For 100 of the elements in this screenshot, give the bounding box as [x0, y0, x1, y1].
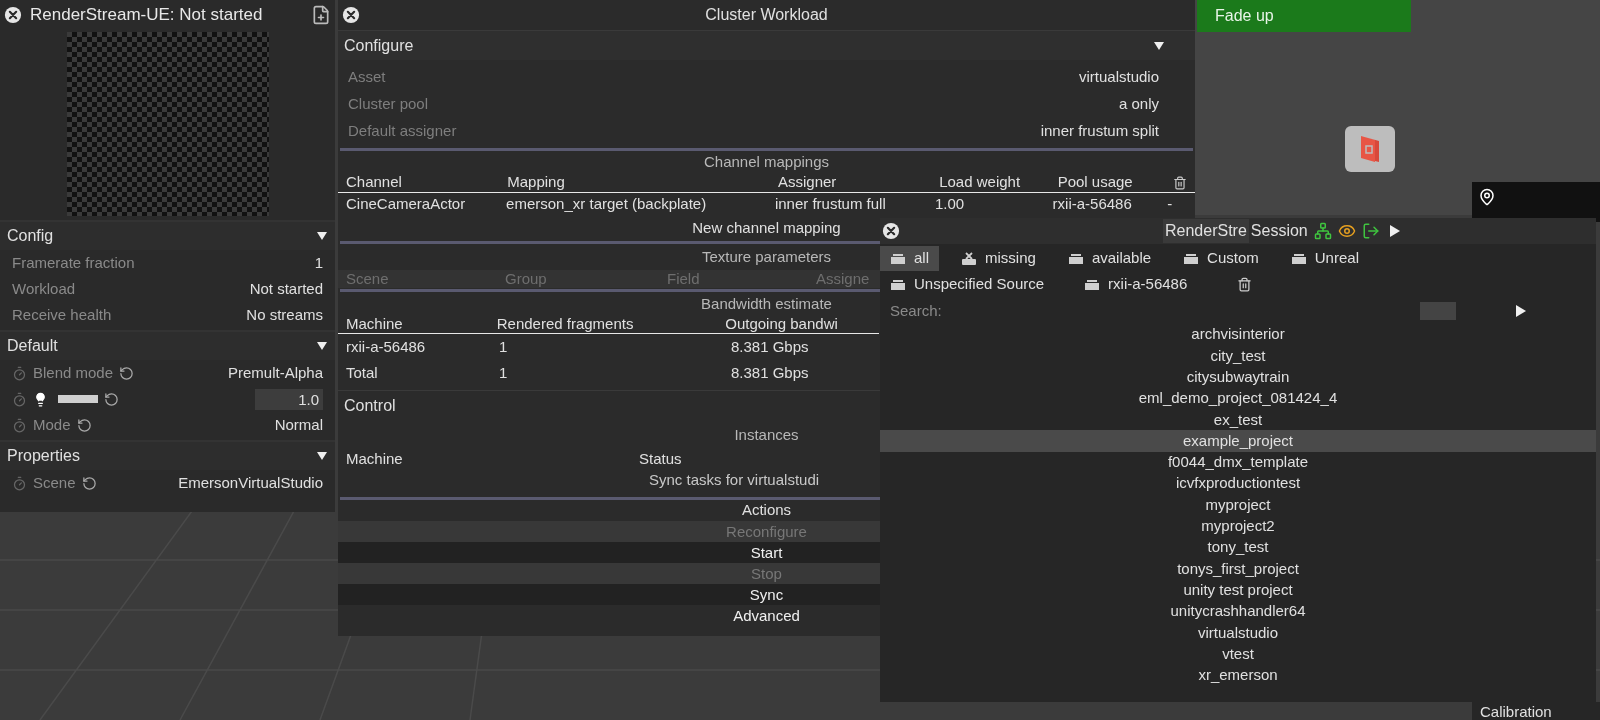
reset-icon[interactable] [104, 391, 119, 407]
table-cell-text: emerson_xr target (backplate) [506, 193, 708, 214]
stopwatch-icon[interactable] [12, 391, 27, 407]
project-item[interactable]: eml_demo_project_081424_4 [880, 387, 1596, 410]
filter-tab[interactable]: Custom [1173, 246, 1269, 271]
project-item[interactable]: myproject [880, 494, 1596, 516]
project-item[interactable]: archvisinterior [880, 324, 1596, 346]
field-label: Framerate fraction [12, 252, 135, 273]
missing-icon [961, 251, 977, 266]
caret-icon[interactable] [316, 230, 328, 242]
project-item[interactable]: vtest [880, 643, 1596, 665]
pin-icon[interactable] [1478, 188, 1496, 206]
project-item[interactable]: unity test project [880, 579, 1596, 601]
filter-tab[interactable]: missing [951, 246, 1046, 271]
project-item[interactable]: ex_test [880, 409, 1596, 431]
column-header: Pool usage [1057, 172, 1134, 193]
calibration-tab[interactable]: Calibration [1472, 702, 1600, 720]
column-header: Scene [346, 268, 390, 289]
stopwatch-icon[interactable] [12, 365, 27, 381]
close-icon[interactable] [882, 222, 900, 240]
stopwatch-icon[interactable] [12, 475, 27, 491]
field-label: Cluster pool [348, 94, 429, 115]
exit-icon[interactable] [1361, 222, 1380, 240]
project-item[interactable]: citysubwaytrain [880, 366, 1596, 388]
field-label: Default assigner [348, 121, 457, 142]
section-title: Bandwidth estimate [701, 293, 832, 314]
filter-tab[interactable]: Unspecified Source [880, 272, 1055, 297]
tray-icon [1067, 252, 1084, 265]
tray-icon [1290, 252, 1307, 265]
value-field[interactable]: 1.0 [255, 388, 323, 410]
reset-icon[interactable] [81, 475, 97, 491]
window-title: RenderStre [1163, 219, 1249, 243]
caret-icon[interactable] [316, 340, 328, 352]
trash-icon[interactable] [1173, 175, 1187, 190]
field-label: Blend mode [33, 362, 114, 383]
field-label: Mode [33, 414, 71, 435]
action-button[interactable]: Start [338, 542, 880, 563]
network-icon[interactable] [1313, 222, 1332, 240]
filter-tab[interactable]: Unreal [1280, 246, 1369, 271]
notes-icon[interactable] [311, 5, 331, 25]
close-icon[interactable] [4, 6, 22, 24]
column-header: Machine [346, 314, 404, 335]
sync-tasks-label: Sync tasks for virtualstudi [649, 469, 820, 490]
column-header: Assigner [777, 172, 838, 193]
window-title: Cluster Workload [705, 5, 828, 25]
project-item[interactable]: icvfxproductiontest [880, 473, 1596, 495]
project-item[interactable]: tonys_first_project [880, 558, 1596, 580]
play-icon[interactable] [1389, 225, 1400, 237]
field-value: EmersonVirtualStudio [178, 472, 323, 493]
slider[interactable] [58, 395, 98, 403]
play-icon[interactable] [1516, 305, 1526, 317]
project-item[interactable]: f0044_dmx_template [880, 451, 1596, 474]
table-cell-text: 1 [499, 336, 509, 357]
fade-up-button[interactable]: Fade up [1197, 0, 1411, 32]
project-item[interactable]: tony_test [880, 536, 1596, 559]
field-value: 1 [314, 252, 323, 273]
section-header[interactable]: Configure [338, 30, 1195, 60]
reset-icon[interactable] [76, 417, 92, 433]
new-mapping-button[interactable]: New channel mapping [692, 216, 841, 240]
table-cell-text: 8.381 Gbps [731, 362, 810, 383]
filter-tab[interactable]: all [880, 246, 939, 271]
section-title: Actions [741, 500, 792, 521]
field-label: Scene [33, 472, 76, 493]
project-item[interactable]: myproject2 [880, 515, 1596, 537]
field-label: Workload [12, 278, 76, 299]
section-title: Control [344, 396, 396, 416]
field-value: No streams [246, 304, 323, 325]
close-icon[interactable] [342, 6, 360, 24]
project-item[interactable]: unitycrashhandler64 [880, 600, 1596, 623]
field-value: inner frustum split [1040, 121, 1159, 142]
field-value: Not started [249, 278, 323, 299]
trash-icon[interactable] [1237, 277, 1253, 292]
column-header: Field [667, 268, 701, 289]
search-field[interactable] [1420, 302, 1456, 320]
caret-icon[interactable] [1153, 39, 1165, 52]
bulb-icon [33, 391, 48, 407]
filter-tab[interactable]: rxii-a-56486 [1074, 272, 1198, 297]
filter-tab[interactable]: available [1057, 246, 1162, 271]
column-header: Mapping [507, 172, 566, 193]
project-item[interactable]: virtualstudio [880, 622, 1596, 644]
field-value: virtualstudio [1078, 67, 1159, 88]
search-label: Search: [890, 300, 942, 321]
column-header: Group [505, 268, 548, 289]
tray-icon [890, 278, 906, 291]
project-item[interactable]: city_test [880, 345, 1596, 367]
reset-icon[interactable] [119, 365, 135, 381]
eye-icon[interactable] [1337, 222, 1356, 240]
project-item[interactable]: xr_emerson [880, 664, 1596, 687]
tray-icon [1084, 278, 1101, 291]
action-button[interactable]: Sync [338, 584, 880, 605]
stopwatch-icon[interactable] [12, 417, 27, 433]
field-value: Normal [274, 414, 323, 435]
field-value: Premult-Alpha [227, 362, 323, 383]
table-cell-text: 1 [499, 362, 509, 383]
table-cell-text: - [1167, 193, 1174, 214]
caret-icon[interactable] [316, 450, 328, 462]
project-item[interactable]: example_project [880, 430, 1596, 452]
table-cell-text: 8.381 Gbps [731, 336, 810, 357]
window-title: Session [1250, 221, 1308, 241]
column-header: Status [639, 448, 682, 469]
